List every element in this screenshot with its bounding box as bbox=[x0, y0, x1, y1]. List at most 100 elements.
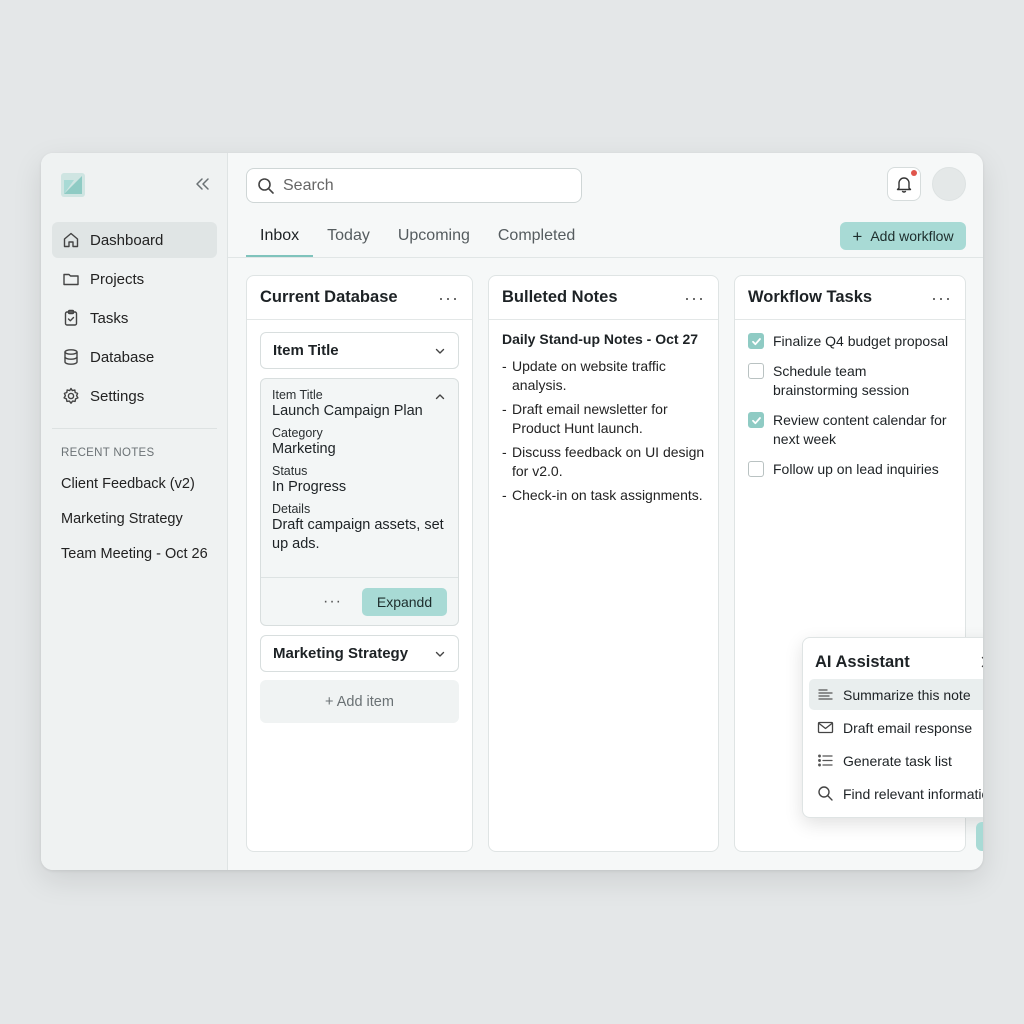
sidebar-item-database[interactable]: Database bbox=[52, 339, 217, 375]
home-icon bbox=[63, 232, 79, 248]
sidebar-item-settings[interactable]: Settings bbox=[52, 378, 217, 414]
more-options-icon[interactable]: ··· bbox=[931, 289, 952, 307]
ai-assistant-panel: AI Assistant Summarize this note Draft e… bbox=[802, 637, 983, 818]
summary-icon bbox=[818, 689, 833, 700]
card-header: Bulleted Notes ··· bbox=[489, 276, 718, 320]
ai-assistant-toggle-button[interactable] bbox=[976, 822, 983, 851]
ai-assistant-title: AI Assistant bbox=[815, 652, 910, 671]
add-workflow-label: Add workflow bbox=[870, 228, 954, 244]
close-icon[interactable] bbox=[981, 656, 983, 668]
ai-assistant-header: AI Assistant bbox=[803, 638, 983, 676]
recent-note-item[interactable]: Marketing Strategy bbox=[61, 511, 208, 546]
main-area: Inbox Today Upcoming Completed + Add wor… bbox=[228, 153, 983, 870]
app-logo-icon bbox=[61, 173, 85, 197]
dropdown-label: Item Title bbox=[273, 342, 339, 359]
dropdown-label: Marketing Strategy bbox=[273, 645, 409, 662]
avatar[interactable] bbox=[932, 167, 966, 201]
more-options-icon[interactable]: ··· bbox=[684, 289, 705, 307]
sidebar-item-dashboard[interactable]: Dashboard bbox=[52, 222, 217, 258]
list-item: - Update on website traffic analysis. bbox=[502, 357, 705, 395]
expanded-panel-footer: ··· Expandd bbox=[261, 577, 458, 625]
task-item: Schedule team brainstorming session bbox=[748, 362, 952, 400]
task-list: Finalize Q4 budget proposal Schedule tea… bbox=[735, 320, 965, 502]
ai-actions-list: Summarize this note Draft email response… bbox=[803, 676, 983, 814]
field-label: Status bbox=[272, 464, 308, 478]
sidebar-divider bbox=[52, 428, 217, 429]
task-label: Review content calendar for next week bbox=[773, 412, 947, 447]
marketing-strategy-dropdown[interactable]: Marketing Strategy bbox=[260, 635, 459, 672]
list-item: - Check-in on task assignments. bbox=[502, 487, 703, 503]
ai-action-generate-tasks[interactable]: Generate task list bbox=[809, 745, 983, 776]
field-value: Launch Campaign Plan bbox=[272, 403, 423, 419]
ai-action-label: Generate task list bbox=[843, 752, 952, 769]
collapse-sidebar-icon[interactable] bbox=[193, 175, 211, 193]
check-icon bbox=[751, 416, 761, 424]
task-checkbox[interactable] bbox=[748, 363, 764, 379]
add-workflow-button[interactable]: + Add workflow bbox=[840, 222, 966, 250]
database-card: Current Database ··· Item Title Item Tit… bbox=[246, 275, 473, 852]
tab-upcoming[interactable]: Upcoming bbox=[384, 223, 484, 257]
sidebar-item-label: Tasks bbox=[90, 309, 129, 327]
ai-action-draft-email[interactable]: Draft email response bbox=[809, 712, 983, 743]
tab-bar: Inbox Today Upcoming Completed bbox=[246, 223, 589, 257]
notes-heading: Daily Stand-up Notes - Oct 27 bbox=[502, 331, 699, 347]
task-checkbox[interactable] bbox=[748, 333, 764, 349]
task-checkbox[interactable] bbox=[748, 461, 764, 477]
mail-icon bbox=[817, 721, 834, 734]
recent-notes-list: Client Feedback (v2) Marketing Strategy … bbox=[61, 476, 208, 581]
database-icon bbox=[64, 349, 78, 365]
expanded-item-panel: Item Title Launch Campaign Plan Category… bbox=[260, 378, 459, 626]
chevron-up-icon[interactable] bbox=[434, 391, 446, 403]
more-options-icon[interactable]: ··· bbox=[323, 593, 342, 610]
note-text: Discuss feedback on UI design for v2.0. bbox=[512, 444, 705, 479]
chevron-down-icon bbox=[435, 651, 445, 657]
bell-icon bbox=[896, 177, 912, 193]
more-options-icon[interactable]: ··· bbox=[438, 289, 459, 307]
search-icon bbox=[258, 177, 274, 194]
field-value: In Progress bbox=[272, 479, 347, 495]
ai-action-find-info[interactable]: Find relevant information bbox=[809, 778, 983, 809]
card-title: Current Database bbox=[260, 288, 398, 306]
tab-inbox[interactable]: Inbox bbox=[246, 223, 314, 257]
search-icon bbox=[818, 786, 833, 801]
expand-button[interactable]: Expandd bbox=[362, 587, 447, 616]
list-item: - Discuss feedback on UI design for v2.0. bbox=[502, 444, 705, 479]
add-item-button[interactable]: + Add item bbox=[260, 680, 459, 723]
note-text: Draft email newsletter for Product Hunt … bbox=[512, 401, 668, 436]
task-item: Review content calendar for next week bbox=[748, 411, 952, 449]
notes-body[interactable]: Daily Stand-up Notes - Oct 27 - Update on… bbox=[489, 320, 718, 521]
field-label: Item Title bbox=[272, 388, 323, 402]
item-title-dropdown[interactable]: Item Title bbox=[260, 332, 459, 369]
recent-note-item[interactable]: Team Meeting - Oct 26 bbox=[61, 546, 208, 581]
task-label: Finalize Q4 budget proposal bbox=[773, 333, 949, 349]
ai-action-label: Draft email response bbox=[843, 719, 973, 736]
task-checkbox[interactable] bbox=[748, 412, 764, 428]
sidebar-item-label: Projects bbox=[90, 270, 145, 288]
search-input[interactable] bbox=[283, 176, 563, 195]
note-text: Update on website traffic analysis. bbox=[512, 358, 666, 393]
field-value: Marketing bbox=[272, 441, 336, 457]
field-label: Details bbox=[272, 502, 311, 516]
sidebar-nav: Dashboard Projects Tasks Database Settin… bbox=[52, 222, 217, 417]
recent-notes-heading: RECENT NOTES bbox=[61, 447, 155, 459]
notifications-button[interactable] bbox=[887, 167, 921, 201]
plus-icon: + bbox=[852, 226, 863, 246]
sidebar-item-tasks[interactable]: Tasks bbox=[52, 300, 217, 336]
card-title: Workflow Tasks bbox=[748, 288, 873, 306]
recent-note-item[interactable]: Client Feedback (v2) bbox=[61, 476, 208, 511]
tabs-divider bbox=[228, 257, 983, 258]
clipboard-icon bbox=[64, 309, 78, 326]
field-label: Category bbox=[272, 426, 323, 440]
list-item: - Draft email newsletter for Product Hunt… bbox=[502, 400, 705, 438]
chevron-down-icon bbox=[435, 348, 445, 354]
task-label: Schedule team brainstorming session bbox=[773, 363, 910, 398]
search-bar[interactable] bbox=[246, 168, 582, 203]
note-text: Check-in on task assignments. bbox=[512, 487, 703, 503]
notes-card: Bulleted Notes ··· Daily Stand-up Notes … bbox=[488, 275, 719, 852]
tab-today[interactable]: Today bbox=[313, 223, 384, 257]
check-icon bbox=[751, 337, 761, 345]
sidebar-item-label: Settings bbox=[90, 387, 145, 405]
sidebar-item-projects[interactable]: Projects bbox=[52, 261, 217, 297]
tab-completed[interactable]: Completed bbox=[484, 223, 589, 257]
ai-action-summarize[interactable]: Summarize this note bbox=[809, 679, 983, 710]
